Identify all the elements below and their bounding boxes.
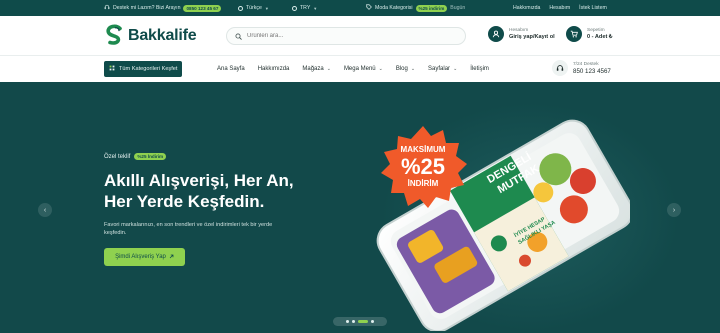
currency-select[interactable]: TRY ▼ — [292, 5, 317, 11]
logo-text: Bakkalife — [128, 26, 197, 44]
support-contact[interactable]: 7/24 Destek 850 123 4567 — [552, 60, 611, 76]
search-input[interactable] — [247, 33, 447, 39]
chevron-down-icon: ⌄ — [410, 66, 416, 72]
main-header: Bakkalife Hesabım Giriş yap/Kayıt ol Sep… — [0, 16, 720, 56]
cart-link[interactable]: Sepetim 0 - Adet ₺ — [566, 26, 612, 42]
logo-icon — [104, 24, 124, 48]
top-bar: Destek mi Lazım? Bizi Arayın 0850 123 45… — [0, 0, 720, 16]
nav-menu: Ana Sayfa Hakkımızda Mağaza ⌄ Mega Menü ⌄ … — [217, 56, 489, 82]
account-label: Hesabım — [509, 28, 529, 33]
special-offer: Özel teklif %25 İndirim — [104, 153, 167, 160]
hero-subtitle: Favori markalarınızı, en son trendleri v… — [104, 222, 273, 237]
globe-icon — [238, 5, 243, 11]
cart-label: Sepetim — [587, 28, 605, 33]
support-phone[interactable]: 0850 123 45 67 — [183, 4, 222, 12]
account-link[interactable]: Hesabım Giriş yap/Kayıt ol — [488, 26, 555, 42]
language-select[interactable]: Türkçe ▼ — [238, 5, 269, 11]
nav-item-label: Sayfalar — [428, 66, 451, 72]
chevron-down-icon: ▼ — [313, 5, 318, 11]
badge-value: %25 — [400, 154, 446, 179]
arrow-up-right-icon — [169, 254, 174, 261]
shop-now-label: Şimdi Alışveriş Yap — [115, 254, 166, 260]
slider-prev-button[interactable]: ‹ — [38, 203, 52, 217]
chevron-right-icon: › — [672, 206, 676, 214]
badge-top-text: MAKSİMUM — [400, 145, 446, 154]
support-label: 7/24 Destek — [573, 61, 599, 67]
hero-title-line-2: Her Yerde Keşfedin. — [104, 192, 265, 211]
slider-dot-active[interactable] — [358, 320, 368, 323]
chevron-down-icon: ▼ — [264, 5, 269, 11]
chevron-down-icon: ⌄ — [326, 66, 331, 72]
account-action: Giriş yap/Kayıt ol — [509, 34, 555, 40]
offer-label: Özel teklif — [104, 153, 131, 160]
nav-item-label: İletişim — [470, 66, 489, 72]
headset-icon — [104, 4, 110, 12]
slider-next-button[interactable]: › — [667, 203, 681, 217]
cart-icon — [566, 26, 582, 42]
search-icon — [235, 27, 242, 45]
promo-badge: %25 indirim — [415, 4, 448, 12]
support-phone-number: 850 123 4567 — [573, 67, 611, 75]
top-links: Hakkımızda Hesabım İstek Listem — [513, 5, 607, 11]
slider-dot[interactable] — [371, 320, 374, 323]
nav-item-label: Mağaza — [302, 66, 324, 72]
top-link-account[interactable]: Hesabım — [549, 5, 570, 11]
all-categories-button[interactable]: Tüm Kategorileri Keşfet — [104, 61, 183, 77]
hero-title-line-1: Akıllı Alışverişi, Her An, — [104, 171, 294, 190]
support-info: Destek mi Lazım? Bizi Arayın 0850 123 45… — [104, 4, 222, 12]
top-link-wishlist[interactable]: İstek Listem — [579, 5, 607, 11]
offer-badge: %25 İndirim — [134, 153, 167, 160]
promo-text: Moda Kategorisi — [375, 5, 413, 11]
main-nav: Tüm Kategorileri Keşfet Ana Sayfa Hakkım… — [0, 56, 720, 82]
nav-item-pages[interactable]: Sayfalar ⌄ — [428, 66, 457, 72]
nav-item-label: Mega Menü — [343, 66, 376, 72]
support-text: Destek mi Lazım? Bizi Arayın — [113, 5, 181, 11]
top-link-about[interactable]: Hakkımızda — [513, 5, 540, 11]
chevron-left-icon: ‹ — [43, 206, 47, 214]
cart-summary: 0 - Adet ₺ — [587, 34, 613, 40]
chevron-down-icon: ⌄ — [453, 66, 458, 72]
nav-item-label: Blog — [395, 66, 408, 72]
all-categories-label: Tüm Kategorileri Keşfet — [119, 66, 178, 72]
currency-icon — [292, 5, 297, 11]
slider-pagination — [333, 317, 387, 326]
language-value: Türkçe — [246, 5, 262, 11]
headset-icon — [552, 60, 568, 76]
promo-banner[interactable]: Moda Kategorisi %25 indirim Bugün — [366, 4, 465, 12]
nav-item-home[interactable]: Ana Sayfa — [217, 66, 245, 72]
chevron-down-icon: ⌄ — [378, 66, 383, 72]
currency-value: TRY — [300, 5, 311, 11]
nav-item-blog[interactable]: Blog ⌄ — [396, 66, 415, 72]
site-logo[interactable]: Bakkalife — [104, 24, 197, 48]
nav-item-label: Ana Sayfa — [217, 66, 245, 72]
nav-item-contact[interactable]: İletişim — [470, 66, 489, 72]
hero-title: Akıllı Alışverişi, Her An, Her Yerde Keş… — [104, 170, 344, 212]
search-bar[interactable] — [226, 27, 466, 45]
slider-dot[interactable] — [352, 320, 355, 323]
discount-badge: MAKSİMUM %25 İNDİRİM — [378, 124, 468, 214]
shop-now-button[interactable]: Şimdi Alışveriş Yap — [104, 248, 185, 266]
hero-slider: Özel teklif %25 İndirim Akıllı Alışveriş… — [0, 82, 720, 333]
nav-item-about[interactable]: Hakkımızda — [258, 66, 290, 72]
nav-item-store[interactable]: Mağaza ⌄ — [302, 66, 331, 72]
tag-icon — [366, 4, 372, 12]
slider-dot[interactable] — [346, 320, 349, 323]
user-icon — [488, 26, 504, 42]
nav-item-mega-menu[interactable]: Mega Menü ⌄ — [344, 66, 383, 72]
grid-icon — [109, 65, 115, 73]
promo-suffix: Bugün — [450, 5, 466, 11]
nav-item-label: Hakkımızda — [257, 66, 290, 72]
badge-bottom-text: İNDİRİM — [407, 179, 439, 188]
